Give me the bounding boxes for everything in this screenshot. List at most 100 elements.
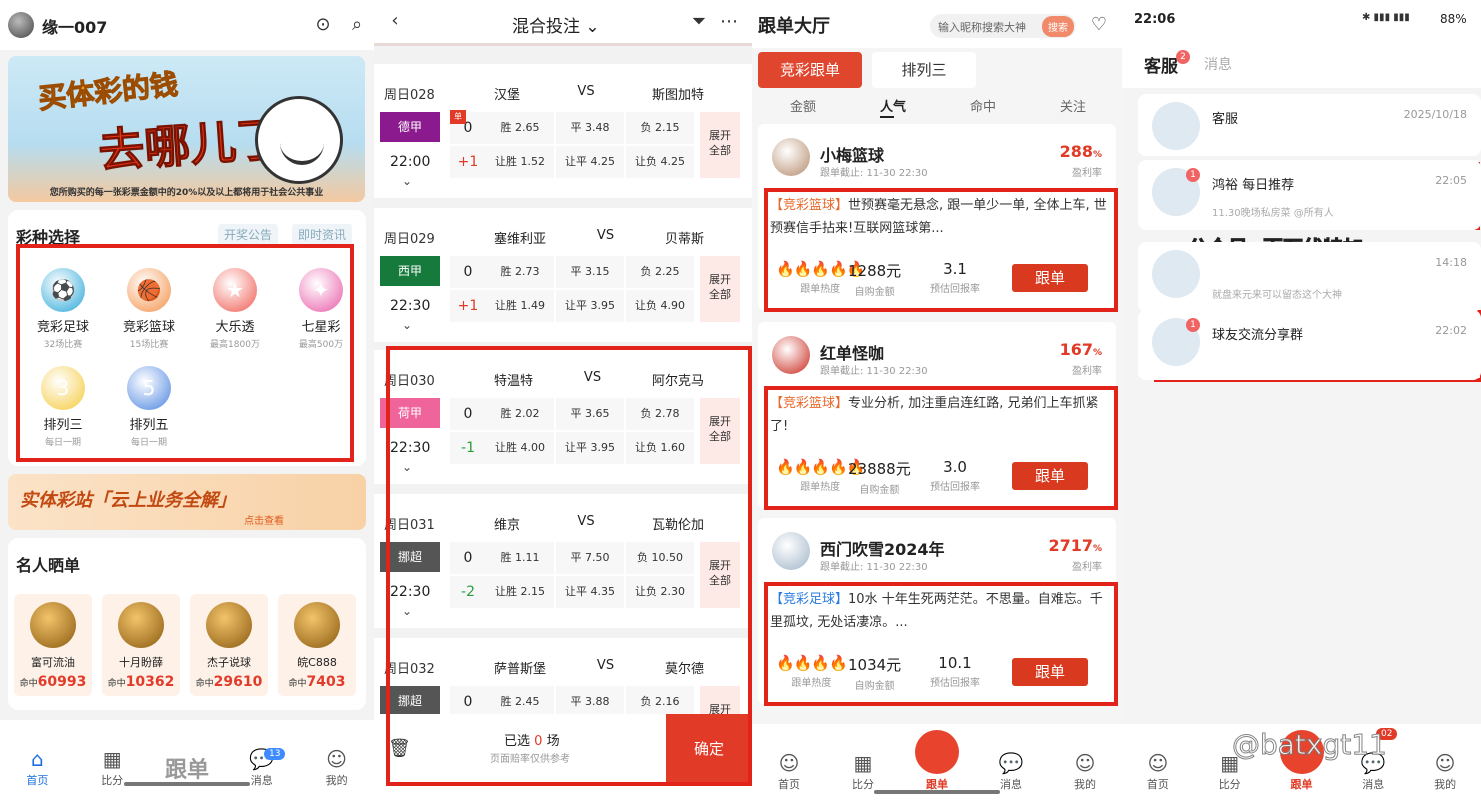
tab-customer-service[interactable]: 客服 [1144, 52, 1178, 77]
post-card[interactable]: 小梅篮球 跟单截止: 11-30 22:30 288% 盈利率 【竞彩篮球】世预赛毫无悬… [758, 124, 1116, 310]
tab-messages[interactable]: 消息 [1204, 54, 1232, 74]
chat-item[interactable]: 客服 2025/10/18 [1138, 94, 1481, 156]
author-name[interactable]: 西门吹雪2024年 [820, 536, 945, 560]
customer-service-icon[interactable]: ⊙ [312, 14, 334, 36]
subtab-0[interactable]: 金额 [758, 96, 848, 115]
follow-button[interactable]: 跟单 [1012, 264, 1088, 292]
expand-all-button[interactable]: 展开全部 [700, 398, 740, 464]
follow-button[interactable]: 跟单 [1012, 462, 1088, 490]
odds-cell[interactable]: 负 10.50 [626, 542, 694, 574]
odds-cell[interactable]: 让平 4.35 [556, 576, 624, 608]
expand-all-button[interactable]: 展开全部 [700, 112, 740, 178]
avatar[interactable] [772, 336, 810, 374]
odds-cell[interactable]: 让负 1.60 [626, 432, 694, 464]
author-name[interactable]: 小梅篮球 [820, 142, 884, 166]
odds-cell[interactable]: 负 2.25 [626, 256, 694, 288]
odds-cell[interactable]: 让平 3.95 [556, 432, 624, 464]
tab-icon: ☺ [778, 751, 800, 775]
tab-0[interactable]: ☺ 首页 [1128, 752, 1188, 792]
odds-cell[interactable]: 胜 2.73 [486, 256, 554, 288]
heart-icon[interactable]: ♡ [1088, 14, 1110, 36]
tab-0[interactable]: ☺ 首页 [759, 752, 819, 792]
avatar[interactable] [772, 138, 810, 176]
tab-1[interactable]: ▦ 比分 [833, 752, 893, 792]
odds-cell[interactable]: 负 2.15 [626, 112, 694, 144]
celebrity-item[interactable]: 十月盼薛 命中10362 [102, 594, 180, 696]
odds-cell[interactable]: 让胜 4.00 [486, 432, 554, 464]
tab-pailie3[interactable]: 排列三 [872, 52, 976, 88]
search-button[interactable]: 搜索 [1042, 16, 1074, 37]
draw-announcement-link[interactable]: 开奖公告 [218, 224, 279, 245]
avatar[interactable] [772, 532, 810, 570]
odds-cell[interactable]: 让平 3.95 [556, 290, 624, 322]
odds-cell[interactable]: 平 3.65 [556, 398, 624, 430]
odds-cell[interactable]: 胜 2.02 [486, 398, 554, 430]
chat-item[interactable]: 1 球友交流分享群 22:02 [1138, 310, 1481, 380]
filter-icon[interactable]: ⏷ [688, 11, 710, 33]
section-title: 彩种选择 [16, 228, 81, 247]
back-icon[interactable]: ‹ [384, 10, 406, 32]
chat-item[interactable]: 1 鸿裕 每日推荐 22:05 11.30晚场私房菜 @所有人 [1138, 160, 1481, 230]
confirm-button[interactable]: 确定 [666, 714, 752, 784]
tab-2[interactable]: 跟单 [907, 730, 967, 792]
chat-item[interactable]: 14:18 就盘来元来可以留态这个大神 [1138, 242, 1481, 312]
author-name[interactable]: 红单怪咖 [820, 340, 884, 364]
banner[interactable]: 买体彩的钱 去哪儿了? 您所购买的每一张彩票金额中的20%以及以上都将用于社会公… [8, 56, 365, 202]
subtab-1[interactable]: 人气 [848, 96, 938, 115]
post-text: 【竞彩篮球】专业分析, 加注重启连红路, 兄弟们上车抓紧了! [770, 392, 1108, 438]
tab-0[interactable]: ⌂ 首页 [7, 748, 67, 788]
post-card[interactable]: 红单怪咖 跟单截止: 11-30 22:30 167% 盈利率 【竞彩篮球】专业分析, … [758, 322, 1116, 508]
post-tag: 【竞彩足球】 [770, 592, 849, 607]
post-tag: 【竞彩篮球】 [770, 198, 849, 213]
odds-cell[interactable]: 让胜 1.52 [486, 146, 554, 178]
page-title: 跟单大厅 [758, 16, 830, 37]
tab-jingcai-follow[interactable]: 竞彩跟单 [758, 52, 862, 88]
tab-3[interactable]: 💬 消息 [981, 752, 1041, 792]
post-card[interactable]: 西门吹雪2024年 跟单截止: 11-30 22:30 2717% 盈利率 【竞彩足球】… [758, 518, 1116, 704]
expand-all-button[interactable]: 展开全部 [700, 542, 740, 608]
subtab-2[interactable]: 命中 [938, 96, 1028, 115]
celebrity-item[interactable]: 杰子说球 命中29610 [190, 594, 268, 696]
lottery-item[interactable]: 5 排列五 每日一期 [114, 366, 184, 448]
odds-cell[interactable]: 让平 4.25 [556, 146, 624, 178]
celebrity-item[interactable]: 皖C888 命中7403 [278, 594, 356, 696]
tab-2[interactable]: 跟单 [157, 748, 217, 784]
chevron-down-icon[interactable]: ⌄ [402, 460, 412, 474]
search-icon[interactable]: ⌕ [346, 14, 368, 36]
subtab-3[interactable]: 关注 [1028, 96, 1118, 115]
chevron-down-icon[interactable]: ⌄ [402, 604, 412, 618]
more-icon[interactable]: ⋯ [718, 11, 740, 33]
odds-cell[interactable]: 平 3.48 [556, 112, 624, 144]
tab-4[interactable]: ☺ 我的 [307, 748, 367, 788]
odds-cell[interactable]: 平 3.15 [556, 256, 624, 288]
lottery-item[interactable]: ⚽ 竞彩足球 32场比赛 [28, 268, 98, 350]
tab-4[interactable]: ☺ 我的 [1415, 752, 1475, 792]
news-link[interactable]: 即时资讯 [292, 224, 353, 245]
celebrity-item[interactable]: 富可流油 命中60993 [14, 594, 92, 696]
tab-4[interactable]: ☺ 我的 [1055, 752, 1115, 792]
page-title[interactable]: 混合投注 ⌄ [512, 12, 600, 37]
avatar[interactable] [8, 12, 34, 38]
odds-cell[interactable]: 平 7.50 [556, 542, 624, 574]
odds-cell[interactable]: 让负 2.30 [626, 576, 694, 608]
promo-link[interactable]: 点击查看 [244, 512, 284, 527]
lottery-item[interactable]: ★ 大乐透 最高1800万 [200, 268, 270, 350]
lottery-item[interactable]: 🏀 竞彩篮球 15场比赛 [114, 268, 184, 350]
search-input[interactable]: 输入昵称搜索大神 搜索 [930, 14, 1076, 38]
trash-icon[interactable]: 🗑 [388, 738, 411, 760]
odds-cell[interactable]: 让胜 2.15 [486, 576, 554, 608]
follow-button[interactable]: 跟单 [1012, 658, 1088, 686]
odds-cell[interactable]: 胜 1.11 [486, 542, 554, 574]
odds-cell[interactable]: 让负 4.90 [626, 290, 694, 322]
lottery-item[interactable]: 3 排列三 每日一期 [28, 366, 98, 448]
promo-banner[interactable]: 实体彩站「云上业务全解」 点击查看 [8, 474, 366, 530]
expand-all-button[interactable]: 展开全部 [700, 256, 740, 322]
odds-cell[interactable]: 让胜 1.49 [486, 290, 554, 322]
odds-cell[interactable]: 负 2.78 [626, 398, 694, 430]
lottery-item[interactable]: ✦ 七星彩 最高500万 [286, 268, 356, 350]
chevron-down-icon[interactable]: ⌄ [402, 318, 412, 332]
chevron-down-icon[interactable]: ⌄ [402, 174, 412, 188]
lottery-subtitle: 每日一期 [44, 438, 81, 448]
odds-cell[interactable]: 让负 4.25 [626, 146, 694, 178]
odds-cell[interactable]: 胜 2.65 [486, 112, 554, 144]
